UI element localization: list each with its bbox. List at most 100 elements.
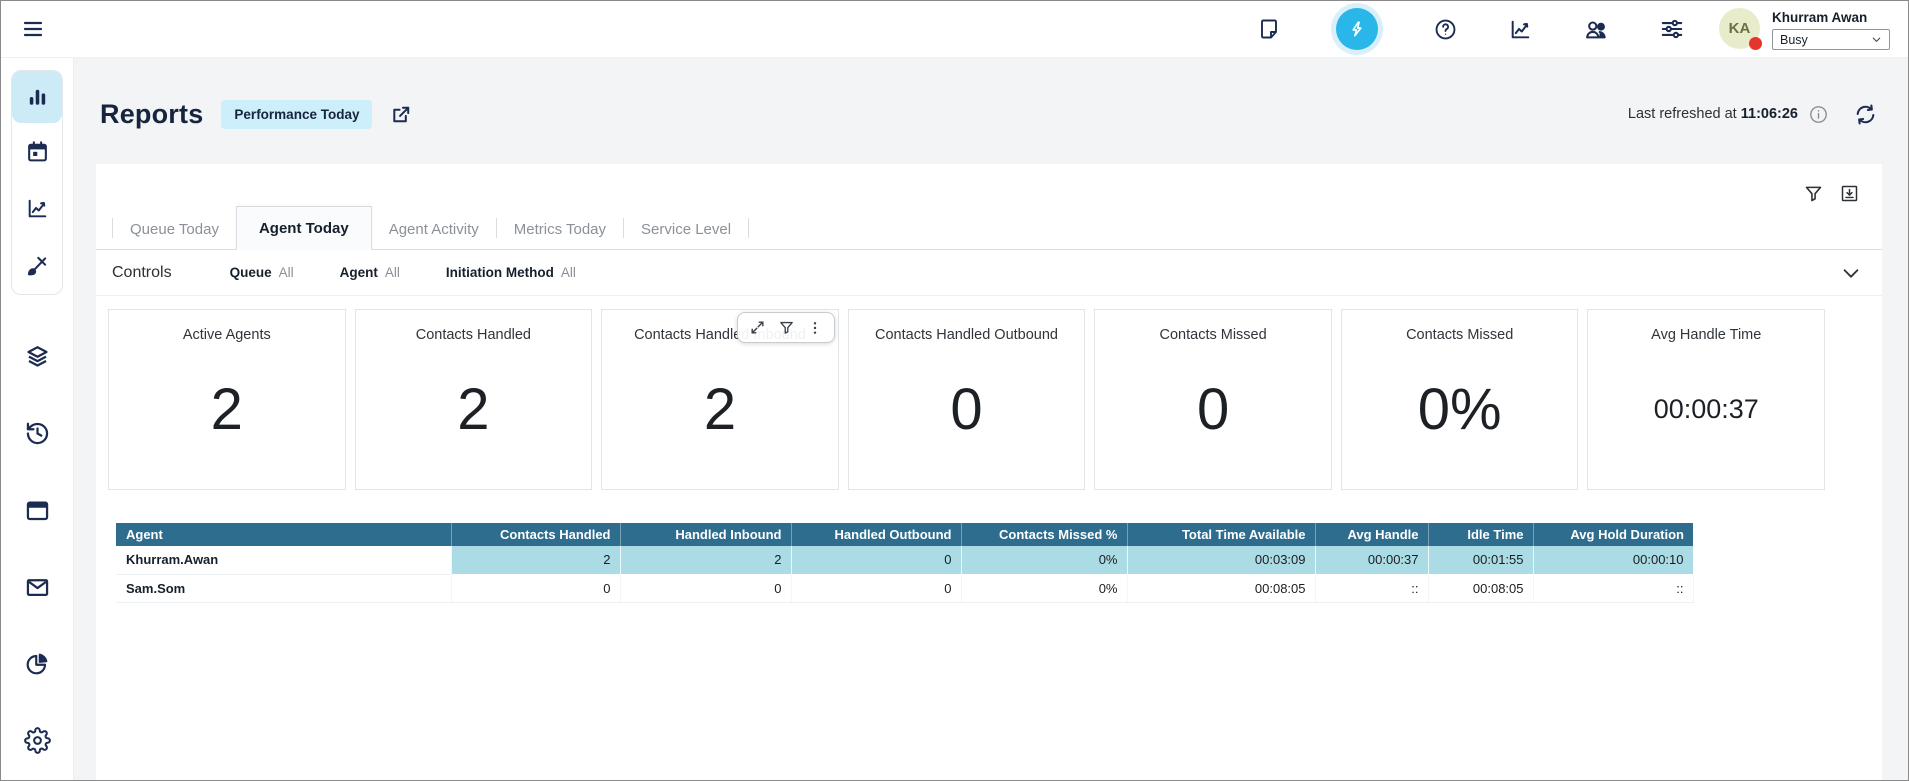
cell-agent: Khurram.Awan (116, 546, 451, 574)
design-brush-icon (24, 253, 50, 279)
filter-queue-label: Queue (230, 265, 272, 280)
note-icon[interactable] (1257, 17, 1281, 41)
agent-table: Agent Contacts Handled Handled Inbound H… (116, 523, 1694, 603)
download-icon[interactable] (1839, 182, 1860, 204)
card-value: 00:00:37 (1654, 394, 1759, 425)
col-idle-time[interactable]: Idle Time (1428, 523, 1533, 546)
analytics-chart-icon[interactable] (1508, 17, 1533, 42)
cell-value: 00:08:05 (1428, 574, 1533, 602)
sliders-icon[interactable] (1659, 16, 1685, 42)
browser-window-icon[interactable] (24, 497, 51, 524)
settings-gear-icon[interactable] (24, 727, 51, 754)
cell-value: 0% (961, 546, 1127, 574)
mail-icon[interactable] (24, 574, 51, 601)
metric-card-active-agents[interactable]: Active Agents 2 (108, 309, 346, 490)
cell-value: :: (1533, 574, 1693, 602)
table-row[interactable]: Khurram.Awan 2 2 0 0% 00:03:09 00:00:37 … (116, 546, 1693, 574)
col-handled-inbound[interactable]: Handled Inbound (620, 523, 791, 546)
card-title: Contacts Handled Outbound (849, 327, 1085, 343)
card-filter-funnel-icon[interactable] (778, 319, 795, 336)
user-meta: Khurram Awan Busy (1772, 8, 1890, 50)
menu-icon[interactable] (21, 17, 45, 41)
filter-funnel-icon[interactable] (1803, 182, 1824, 204)
info-icon[interactable] (1808, 104, 1829, 125)
pie-chart-icon[interactable] (24, 651, 50, 677)
col-agent[interactable]: Agent (116, 523, 451, 546)
last-refreshed-label: Last refreshed at (1628, 106, 1737, 122)
sidebar-item-design[interactable] (12, 237, 62, 294)
last-refreshed-text: Last refreshed at 11:06:26 (1628, 106, 1798, 122)
status-value: Busy (1780, 33, 1808, 47)
status-select[interactable]: Busy (1772, 29, 1890, 50)
filter-queue-value: All (279, 265, 294, 280)
col-handled-outbound[interactable]: Handled Outbound (791, 523, 961, 546)
tab-service-level[interactable]: Service Level (624, 212, 748, 249)
col-avg-handle[interactable]: Avg Handle (1315, 523, 1428, 546)
metric-card-contacts-handled-inbound[interactable]: Contacts Handled Inbound 2 (601, 309, 839, 490)
table-header-row: Agent Contacts Handled Handled Inbound H… (116, 523, 1693, 546)
col-avg-hold-duration[interactable]: Avg Hold Duration (1533, 523, 1693, 546)
more-vertical-icon[interactable] (807, 320, 823, 336)
cell-value: 00:00:37 (1315, 546, 1428, 574)
chevron-down-icon (1871, 34, 1882, 45)
lightning-active-icon[interactable] (1331, 3, 1383, 55)
cell-value: 00:03:09 (1127, 546, 1315, 574)
col-contacts-handled[interactable]: Contacts Handled (451, 523, 620, 546)
tab-metrics-today[interactable]: Metrics Today (497, 212, 623, 249)
sidebar-loose-icons (24, 343, 51, 754)
calendar-icon (25, 139, 50, 164)
metric-card-contacts-handled-outbound[interactable]: Contacts Handled Outbound 0 (848, 309, 1086, 490)
users-icon[interactable] (1583, 16, 1609, 42)
help-icon[interactable] (1433, 17, 1458, 42)
external-link-icon[interactable] (390, 103, 413, 126)
report-panel: Queue Today Agent Today Agent Activity M… (96, 164, 1882, 780)
card-value: 2 (704, 376, 736, 443)
app-body: Reports Performance Today Last refreshed… (1, 58, 1908, 780)
avatar[interactable]: KA (1719, 8, 1760, 49)
cell-value: 0 (451, 574, 620, 602)
filter-queue[interactable]: Queue All (230, 265, 294, 280)
page-header: Reports Performance Today Last refreshed… (96, 58, 1882, 164)
tab-queue-today[interactable]: Queue Today (113, 212, 236, 249)
refresh-icon[interactable] (1853, 102, 1878, 127)
filter-agent[interactable]: Agent All (340, 265, 400, 280)
report-badge[interactable]: Performance Today (221, 100, 372, 129)
cell-value: :: (1315, 574, 1428, 602)
col-contacts-missed-pct[interactable]: Contacts Missed % (961, 523, 1127, 546)
cell-value: 0% (961, 574, 1127, 602)
card-value: 0% (1418, 376, 1502, 443)
card-value: 0 (1197, 376, 1229, 443)
history-icon[interactable] (24, 420, 51, 447)
sidebar-item-calendar[interactable] (12, 123, 62, 180)
collapse-chevron-icon[interactable] (1840, 262, 1862, 284)
bar-chart-icon (25, 85, 50, 110)
metric-card-avg-handle-time[interactable]: Avg Handle Time 00:00:37 (1587, 309, 1825, 490)
card-title: Contacts Missed (1342, 327, 1578, 343)
topbar-icon-group (1257, 3, 1685, 55)
metric-card-contacts-handled[interactable]: Contacts Handled 2 (355, 309, 593, 490)
card-title: Contacts Missed (1095, 327, 1331, 343)
controls-title: Controls (112, 264, 172, 282)
cell-value: 0 (620, 574, 791, 602)
metric-card-contacts-missed[interactable]: Contacts Missed 0 (1094, 309, 1332, 490)
topbar: KA Khurram Awan Busy (1, 1, 1908, 58)
user-block: KA Khurram Awan Busy (1719, 8, 1890, 50)
user-name: Khurram Awan (1772, 10, 1890, 25)
col-total-time-available[interactable]: Total Time Available (1127, 523, 1315, 546)
table-row[interactable]: Sam.Som 0 0 0 0% 00:08:05 :: 00:08:05 :: (116, 574, 1693, 602)
app-window: KA Khurram Awan Busy (0, 0, 1909, 781)
tab-agent-activity[interactable]: Agent Activity (372, 212, 496, 249)
layers-icon[interactable] (24, 343, 51, 370)
tab-agent-today[interactable]: Agent Today (236, 206, 372, 250)
sidebar (1, 58, 74, 780)
last-refreshed-time: 11:06:26 (1741, 106, 1798, 122)
expand-icon[interactable] (749, 319, 766, 336)
cell-value: 0 (791, 546, 961, 574)
filter-initiation-method[interactable]: Initiation Method All (446, 265, 576, 280)
sidebar-item-bar-chart[interactable] (12, 71, 62, 123)
metric-card-contacts-missed-pct[interactable]: Contacts Missed 0% (1341, 309, 1579, 490)
card-hover-toolbar (737, 312, 835, 343)
cell-value: 2 (451, 546, 620, 574)
cell-value: 2 (620, 546, 791, 574)
sidebar-item-line-chart[interactable] (12, 180, 62, 237)
